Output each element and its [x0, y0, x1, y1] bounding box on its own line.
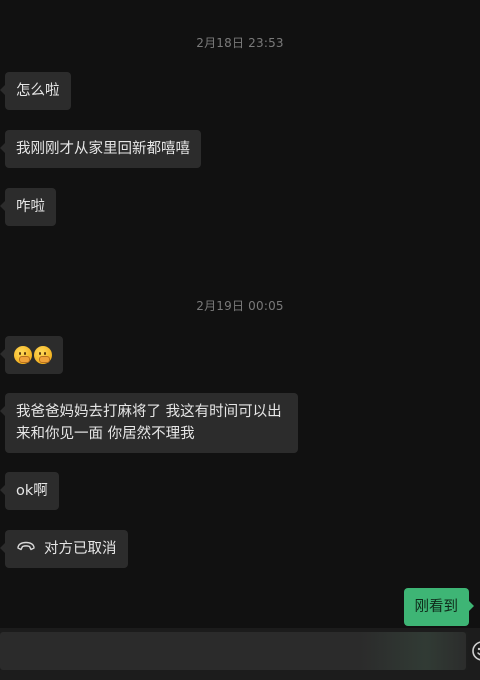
- smiley-icon[interactable]: [471, 640, 480, 662]
- message-text: 咋啦: [16, 199, 45, 215]
- message-text: 我刚刚才从家里回新都嘻嘻: [16, 141, 190, 157]
- message-text: 怎么啦: [16, 83, 60, 99]
- incoming-message-bubble[interactable]: 我刚刚才从家里回新都嘻嘻: [0, 130, 201, 168]
- incoming-message-bubble[interactable]: 咋啦: [0, 188, 56, 226]
- chat-timestamp: 2月18日 23:53: [196, 36, 284, 50]
- incoming-message-bubble[interactable]: 怎么啦: [0, 72, 71, 110]
- message-text: 对方已取消: [44, 541, 117, 557]
- input-bar: [0, 628, 480, 680]
- incoming-message-bubble[interactable]: ok啊: [0, 472, 59, 510]
- face-with-hand-over-mouth-emoji: [14, 346, 32, 364]
- chat-area: 2月18日 23:53 怎么啦 我刚刚才从家里回新都嘻嘻 咋啦 2月19日 00…: [0, 0, 480, 628]
- call-cancelled-bubble[interactable]: 对方已取消: [0, 530, 128, 568]
- input-highlight: [360, 632, 470, 670]
- incoming-message-bubble[interactable]: 我爸爸妈妈去打麻将了 我这有时间可以出来和你见一面 你居然不理我: [0, 393, 298, 453]
- phone-hangup-icon: [16, 537, 36, 559]
- chat-timestamp: 2月19日 00:05: [196, 299, 284, 313]
- message-text: 我爸爸妈妈去打麻将了 我这有时间可以出来和你见一面 你居然不理我: [16, 404, 282, 442]
- message-text: 刚看到: [414, 599, 459, 615]
- face-with-hand-over-mouth-emoji: [34, 346, 52, 364]
- outgoing-message-bubble[interactable]: 刚看到: [403, 588, 474, 626]
- incoming-emoji-bubble[interactable]: [0, 336, 63, 374]
- message-text: ok啊: [16, 483, 48, 499]
